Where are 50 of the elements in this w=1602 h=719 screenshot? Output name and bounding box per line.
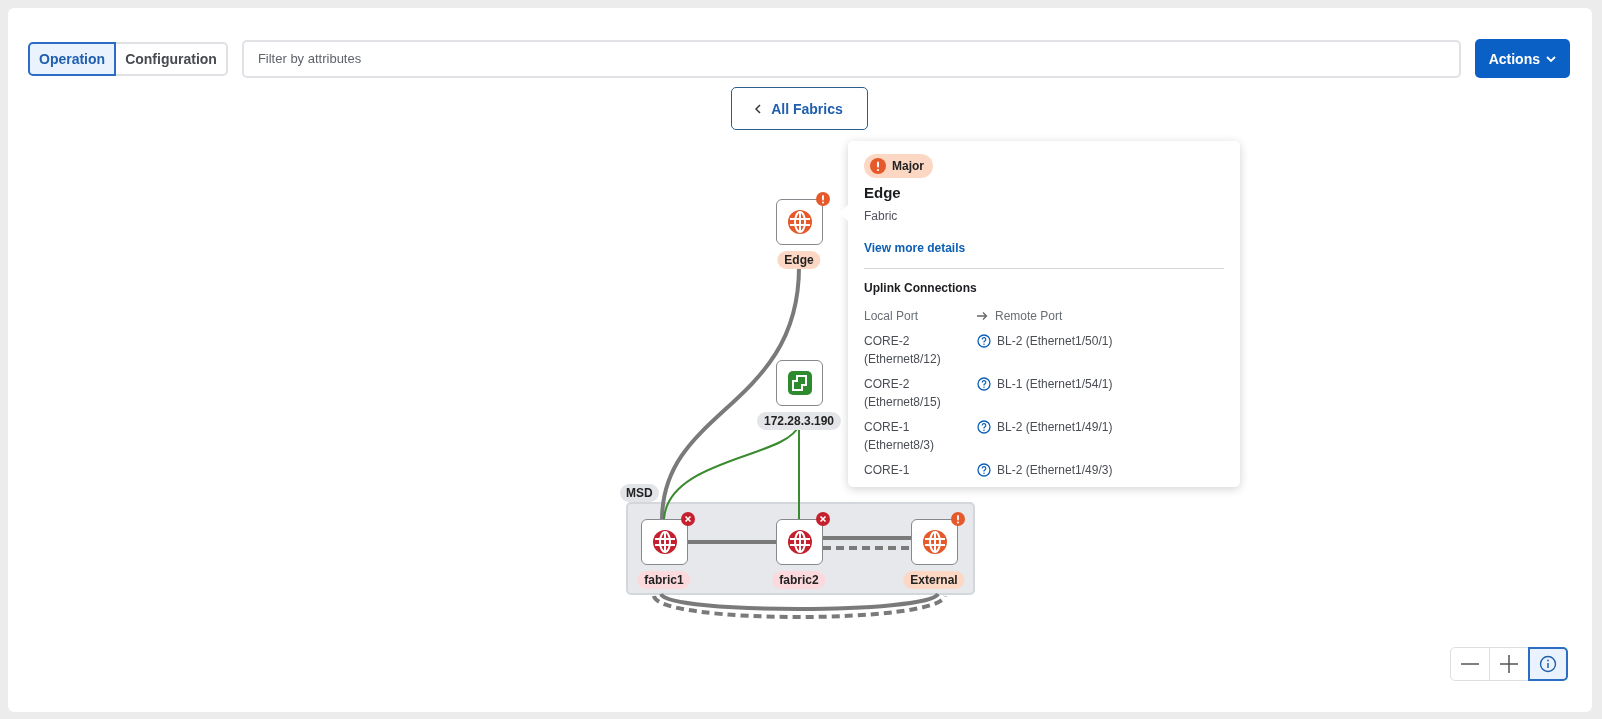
- column-header: Remote Port: [995, 308, 1063, 325]
- warning-icon: [870, 158, 886, 174]
- mode-tab[interactable]: Configuration: [114, 41, 228, 76]
- arrow-right-icon: [977, 311, 988, 321]
- node-label: Edge: [777, 251, 821, 269]
- table-cell-text: BL-2 (Ethernet1/50/1): [997, 333, 1113, 350]
- globe-icon: [651, 529, 678, 555]
- help-icon: [977, 377, 991, 391]
- zoom-in-button[interactable]: [1489, 647, 1529, 681]
- controller-icon: [786, 370, 813, 396]
- node-label: 172.28.3.190: [756, 412, 842, 430]
- plus-icon: [1500, 655, 1518, 673]
- table-cell-text: BL-1 (Ethernet1/54/1): [997, 376, 1113, 393]
- globe-icon: [921, 529, 948, 555]
- zoom-out-button[interactable]: [1450, 647, 1490, 681]
- mode-tab[interactable]: Operation: [28, 41, 117, 76]
- section-title: Uplink Connections: [864, 281, 978, 295]
- node-label: fabric2: [772, 571, 826, 589]
- fabric-node[interactable]: [641, 519, 688, 565]
- table-cell-text: CORE-2 (Ethernet8/12): [864, 333, 942, 368]
- popover-subtitle: Fabric: [864, 209, 899, 223]
- fabric-node[interactable]: [776, 199, 823, 245]
- globe-icon: [786, 209, 813, 235]
- fabric-node[interactable]: [911, 519, 958, 565]
- table-cell-text: CORE-1: [864, 462, 911, 479]
- help-icon: [977, 463, 991, 477]
- table-cell-text: BL-2 (Ethernet1/49/3): [997, 462, 1113, 479]
- table-cell-text: CORE-2 (Ethernet8/15): [864, 376, 942, 411]
- popover-title: Edge: [864, 184, 902, 201]
- table-cell-text: CORE-1 (Ethernet8/3): [864, 419, 936, 454]
- controller-node[interactable]: [776, 360, 823, 406]
- globe-icon: [786, 529, 813, 555]
- filter-field[interactable]: Filter by attributes: [241, 39, 1461, 78]
- legend-button[interactable]: [1528, 647, 1568, 681]
- node-label: External: [903, 571, 965, 589]
- back-button[interactable]: All Fabrics: [730, 87, 868, 130]
- node-label: fabric1: [637, 571, 691, 589]
- info-icon: [1539, 655, 1557, 673]
- severity-badge: Major: [864, 154, 933, 178]
- fabric-node[interactable]: [776, 519, 823, 565]
- column-header: Local Port: [864, 308, 920, 325]
- table-cell-text: BL-2 (Ethernet1/49/1): [997, 419, 1113, 436]
- actions-button[interactable]: Actions: [1474, 39, 1570, 78]
- help-icon: [977, 420, 991, 434]
- details-link[interactable]: View more details: [864, 241, 966, 255]
- help-icon: [977, 334, 991, 348]
- minus-icon: [1461, 663, 1479, 665]
- group-label: MSD: [620, 484, 659, 502]
- caret-icon: [1546, 55, 1556, 62]
- chevron-left-icon: [755, 103, 762, 114]
